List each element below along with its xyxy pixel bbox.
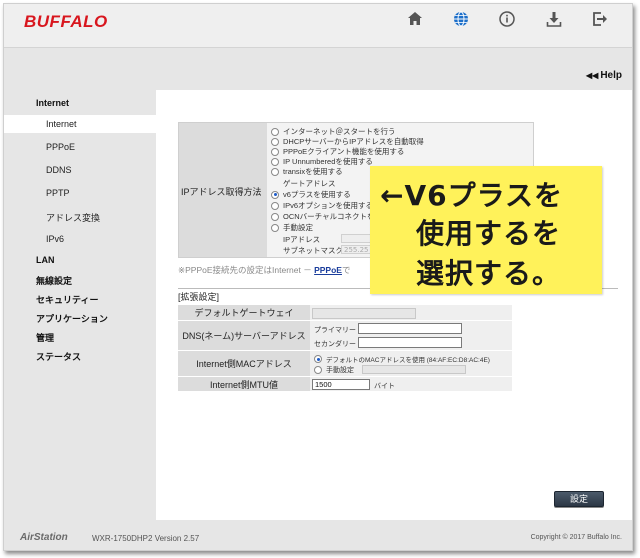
extended-settings-title: [拡張設定] bbox=[178, 292, 220, 302]
mac-label: Internet側MACアドレス bbox=[178, 351, 310, 376]
nav-security[interactable]: セキュリティー bbox=[36, 293, 98, 306]
nav-admin[interactable]: 管理 bbox=[36, 331, 54, 344]
help-label: Help bbox=[600, 70, 622, 81]
table-row: DNS(ネーム)サーバーアドレス プライマリー セカンダリー bbox=[178, 321, 512, 351]
home-icon[interactable] bbox=[406, 10, 424, 28]
nav-wireless[interactable]: 無線設定 bbox=[36, 274, 72, 287]
airstation-logo: AirStation bbox=[20, 532, 68, 543]
info-icon[interactable] bbox=[498, 10, 516, 28]
radio-icon[interactable] bbox=[271, 157, 279, 166]
sidebar-item-pptp[interactable]: PPTP bbox=[46, 188, 70, 198]
dns-secondary-label: セカンダリー bbox=[314, 341, 356, 348]
option-label: デフォルトのMACアドレスを使用 (84:AF:EC:D8:AC:4E) bbox=[326, 357, 490, 364]
pppoe-link[interactable]: PPPoE bbox=[314, 265, 342, 275]
nav-lan[interactable]: LAN bbox=[36, 255, 55, 265]
browser-frame: BUFFALO ◀◀ Help Internet Internet PPPoE D… bbox=[3, 3, 633, 551]
option-transix[interactable]: transixを使用する bbox=[271, 166, 343, 177]
dns-value-cell: プライマリー セカンダリー bbox=[310, 321, 512, 350]
default-gateway-input[interactable] bbox=[312, 308, 416, 319]
sidebar-item-pppoe[interactable]: PPPoE bbox=[46, 142, 75, 152]
radio-icon[interactable] bbox=[271, 127, 279, 136]
logout-icon[interactable] bbox=[591, 10, 609, 28]
dns-label: DNS(ネーム)サーバーアドレス bbox=[178, 321, 310, 350]
annotation-line-2: 使用するを bbox=[416, 217, 562, 250]
option-label: OCNバーチャルコネクトを bbox=[283, 212, 375, 221]
annotation-line-3: 選択する。 bbox=[416, 257, 562, 290]
dns-primary-label: プライマリー bbox=[314, 327, 356, 334]
dns-secondary-input[interactable] bbox=[358, 337, 462, 348]
option-ipv6[interactable]: IPv6オプションを使用する bbox=[271, 200, 373, 211]
pppoe-note: ※PPPoE接続先の設定はInternet － PPPoEで bbox=[178, 264, 350, 276]
download-icon[interactable] bbox=[545, 10, 563, 28]
option-label: v6プラスを使用する bbox=[283, 190, 351, 199]
radio-icon[interactable] bbox=[271, 137, 279, 146]
radio-icon[interactable] bbox=[314, 366, 322, 374]
ip-address-label: IPアドレス bbox=[283, 235, 321, 244]
globe-icon[interactable] bbox=[452, 10, 470, 28]
radio-selected-icon[interactable] bbox=[271, 190, 279, 199]
option-label: IPv6オプションを使用する bbox=[283, 201, 374, 210]
option-v6plus[interactable]: v6プラスを使用する bbox=[271, 189, 351, 200]
sidebar-item-nat[interactable]: アドレス変換 bbox=[46, 211, 100, 224]
nav-status[interactable]: ステータス bbox=[36, 350, 81, 363]
radio-icon[interactable] bbox=[271, 212, 279, 221]
note-suffix: で bbox=[341, 265, 351, 275]
mtu-input[interactable]: 1500 bbox=[312, 379, 370, 390]
option-label: transixを使用する bbox=[283, 167, 343, 176]
mac-manual-input[interactable] bbox=[362, 365, 466, 374]
option-ocn[interactable]: OCNバーチャルコネクトを bbox=[271, 211, 374, 222]
save-button[interactable]: 設定 bbox=[554, 491, 604, 507]
option-label: 手動設定 bbox=[326, 367, 354, 374]
sidebar-item-ddns[interactable]: DDNS bbox=[46, 165, 72, 175]
mtu-value-cell: 1500 バイト bbox=[310, 377, 512, 391]
help-link[interactable]: ◀◀ Help bbox=[586, 70, 622, 81]
radio-icon[interactable] bbox=[271, 201, 279, 210]
gateway-value-cell bbox=[310, 305, 512, 320]
radio-icon[interactable] bbox=[271, 223, 279, 232]
annotation-line-1: ←V6プラスを bbox=[380, 179, 564, 212]
footer: AirStation WXR-1750DHP2 Version 2.57 Cop… bbox=[4, 524, 632, 550]
nav-application[interactable]: アプリケーション bbox=[36, 312, 108, 325]
nav-internet-heading[interactable]: Internet bbox=[36, 98, 69, 108]
copyright: Copyright © 2017 Buffalo Inc. bbox=[530, 534, 622, 541]
subnet-mask-label: サブネットマスク bbox=[283, 246, 343, 255]
radio-selected-icon[interactable] bbox=[314, 355, 322, 363]
sidebar-item-internet[interactable]: Internet bbox=[4, 115, 156, 133]
model-version: WXR-1750DHP2 Version 2.57 bbox=[92, 534, 200, 543]
table-row: Internet側MACアドレス デフォルトのMACアドレスを使用 (84:AF… bbox=[178, 351, 512, 377]
table-row: Internet側MTU値 1500 バイト bbox=[178, 377, 512, 392]
option-label: 手動設定 bbox=[283, 223, 313, 232]
top-bar: BUFFALO bbox=[4, 4, 632, 48]
gateway-address-label: ゲートアドレス bbox=[283, 179, 336, 188]
note-text: ※PPPoE接続先の設定はInternet － bbox=[178, 265, 312, 275]
mtu-label: Internet側MTU値 bbox=[178, 377, 310, 391]
buffalo-logo: BUFFALO bbox=[24, 12, 108, 31]
dns-primary-input[interactable] bbox=[358, 323, 462, 334]
sidebar-item-ipv6[interactable]: IPv6 bbox=[46, 234, 64, 244]
mac-default-option[interactable]: デフォルトのMACアドレスを使用 (84:AF:EC:D8:AC:4E) bbox=[314, 354, 490, 364]
table-row: デフォルトゲートウェイ bbox=[178, 305, 512, 321]
main-content: IPアドレス取得方法 インターネット＠スタートを行う DHCPサーバーからIPア… bbox=[156, 90, 632, 520]
option-manual[interactable]: 手動設定 bbox=[271, 222, 313, 233]
ip-acquisition-label: IPアドレス取得方法 bbox=[181, 187, 262, 197]
mac-manual-option[interactable]: 手動設定 bbox=[314, 365, 354, 375]
radio-icon[interactable] bbox=[271, 167, 279, 176]
gateway-label: デフォルトゲートウェイ bbox=[178, 305, 310, 320]
mtu-unit: バイト bbox=[374, 383, 395, 390]
radio-icon[interactable] bbox=[271, 147, 279, 156]
annotation-sticky-note: ←V6プラスを 使用するを 選択する。 bbox=[370, 166, 602, 294]
mac-value-cell: デフォルトのMACアドレスを使用 (84:AF:EC:D8:AC:4E) 手動設… bbox=[310, 351, 512, 376]
